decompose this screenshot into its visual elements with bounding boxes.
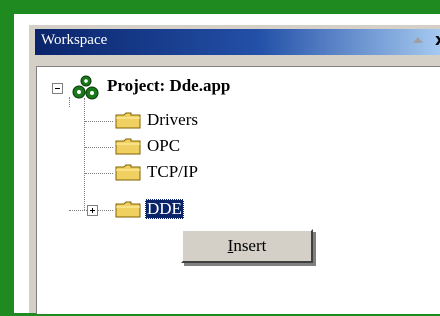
folder-icon <box>115 138 141 155</box>
tree-connector <box>84 98 85 210</box>
folder-icon <box>115 112 141 129</box>
context-menu: Insert <box>181 229 313 263</box>
tree-item-tcpip[interactable]: TCP/IP <box>147 162 198 182</box>
tree-root-label[interactable]: Project: Dde.app <box>107 76 230 96</box>
workspace-panel: Workspace x Project: Dde.app Dr <box>28 24 440 314</box>
workspace-titlebar[interactable]: Workspace x <box>35 29 440 55</box>
expand-dde-icon[interactable] <box>87 205 98 216</box>
tree-item-opc[interactable]: OPC <box>147 136 180 156</box>
tree-connector <box>85 173 113 174</box>
folder-icon <box>115 201 141 218</box>
collapse-root-icon[interactable] <box>52 83 63 94</box>
tree-connector <box>69 97 70 107</box>
close-icon[interactable]: x <box>435 30 440 49</box>
project-tree[interactable]: Project: Dde.app Drivers OPC TCP/IP DDE <box>36 66 440 314</box>
tree-connector <box>85 121 113 122</box>
insert-menu-item[interactable]: Insert <box>183 236 311 256</box>
collapse-up-icon[interactable] <box>413 37 423 43</box>
tree-item-dde[interactable]: DDE <box>145 199 184 219</box>
tree-connector <box>85 147 113 148</box>
tree-item-drivers[interactable]: Drivers <box>147 110 198 130</box>
project-gears-icon <box>72 75 99 100</box>
folder-icon <box>115 164 141 181</box>
workspace-title: Workspace <box>41 32 108 48</box>
